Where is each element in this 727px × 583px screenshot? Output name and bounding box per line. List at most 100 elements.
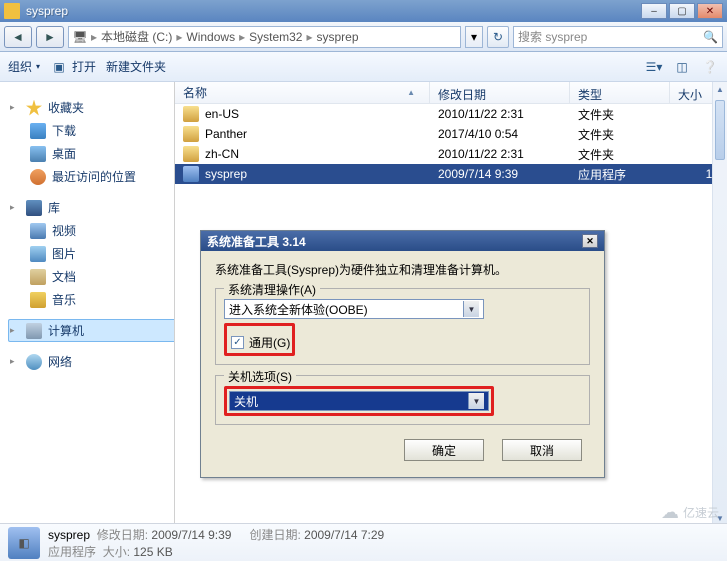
- download-icon: [30, 123, 46, 139]
- generalize-checkbox[interactable]: ✓ 通用(G): [229, 334, 290, 351]
- scrollbar-thumb[interactable]: [715, 100, 725, 160]
- file-row[interactable]: sysprep2009/7/14 9:39应用程序12: [175, 164, 727, 184]
- tree-desktop[interactable]: 桌面: [26, 142, 174, 165]
- status-bar: ◧ sysprep 修改日期: 2009/7/14 9:39 创建日期: 200…: [0, 523, 727, 561]
- back-button[interactable]: ◄: [4, 26, 32, 48]
- view-mode-button[interactable]: ☰▾: [645, 58, 663, 76]
- chevron-right-icon: ▸: [239, 30, 245, 44]
- tree-favorites[interactable]: ▸收藏夹: [8, 96, 174, 119]
- navigation-tree: ▸收藏夹 下载 桌面 最近访问的位置 ▸库 视频 图片 文档 音乐 ▸计算机 ▸…: [0, 82, 175, 526]
- forward-button[interactable]: ►: [36, 26, 64, 48]
- address-bar-row: ◄ ► 🖥 ▸ 本地磁盘 (C:) ▸ Windows ▸ System32 ▸…: [0, 22, 727, 52]
- file-row[interactable]: en-US 2010/11/22 2:31文件夹: [175, 104, 727, 124]
- shutdown-value: 关机: [234, 393, 258, 410]
- desktop-icon: [30, 146, 46, 162]
- folder-icon: [183, 146, 199, 162]
- file-type-icon: ◧: [8, 527, 40, 559]
- cancel-button[interactable]: 取消: [502, 439, 582, 461]
- dialog-description: 系统准备工具(Sysprep)为硬件独立和清理准备计算机。: [215, 261, 590, 278]
- shutdown-combo[interactable]: 关机 ▼: [229, 391, 489, 411]
- chevron-down-icon: ▼: [463, 301, 479, 317]
- minimize-button[interactable]: –: [641, 3, 667, 19]
- file-type: 文件夹: [570, 126, 670, 143]
- cleanup-fieldset: 系统清理操作(A) 进入系统全新体验(OOBE) ▼ ✓ 通用(G): [215, 288, 590, 365]
- file-name: sysprep: [205, 167, 247, 181]
- computer-icon: 🖥: [73, 30, 87, 44]
- search-icon[interactable]: 🔍: [703, 30, 718, 44]
- tree-documents[interactable]: 文档: [26, 265, 174, 288]
- highlight-box: 关机 ▼: [224, 386, 494, 416]
- chevron-right-icon: ▸: [176, 30, 182, 44]
- status-type: 应用程序: [48, 545, 96, 559]
- cleanup-combo[interactable]: 进入系统全新体验(OOBE) ▼: [224, 299, 484, 319]
- network-icon: [26, 354, 42, 370]
- cleanup-legend: 系统清理操作(A): [224, 281, 320, 298]
- crumb-part[interactable]: System32: [249, 30, 302, 44]
- star-icon: [26, 100, 42, 116]
- file-type: 文件夹: [570, 106, 670, 123]
- shutdown-legend: 关机选项(S): [224, 368, 296, 385]
- crumb-part[interactable]: Windows: [186, 30, 235, 44]
- file-date: 2009/7/14 9:39: [430, 167, 570, 181]
- dialog-titlebar[interactable]: 系统准备工具 3.14 ✕: [201, 231, 604, 251]
- close-button[interactable]: ✕: [697, 3, 723, 19]
- file-date: 2010/11/22 2:31: [430, 107, 570, 121]
- column-headers: 名称▲ 修改日期 类型 大小: [175, 82, 727, 104]
- chevron-right-icon: ▸: [91, 30, 97, 44]
- tree-pictures[interactable]: 图片: [26, 242, 174, 265]
- dialog-close-button[interactable]: ✕: [582, 234, 598, 248]
- chevron-down-icon: ▼: [468, 393, 484, 409]
- maximize-button[interactable]: ▢: [669, 3, 695, 19]
- preview-pane-button[interactable]: ◫: [673, 58, 691, 76]
- breadcrumb[interactable]: 🖥 ▸ 本地磁盘 (C:) ▸ Windows ▸ System32 ▸ sys…: [68, 26, 461, 48]
- refresh-button[interactable]: ↻: [487, 26, 509, 48]
- library-icon: [26, 200, 42, 216]
- watermark: ☁ 亿速云: [661, 502, 719, 523]
- new-folder-button[interactable]: 新建文件夹: [106, 58, 166, 75]
- file-date: 2010/11/22 2:31: [430, 147, 570, 161]
- file-name: zh-CN: [205, 147, 239, 161]
- checkbox-icon: ✓: [231, 336, 244, 349]
- open-button[interactable]: ▣打开: [50, 58, 96, 76]
- tree-network[interactable]: ▸网络: [8, 350, 174, 373]
- document-icon: [30, 269, 46, 285]
- cloud-icon: ☁: [661, 502, 679, 523]
- ok-button[interactable]: 确定: [404, 439, 484, 461]
- folder-icon: [183, 106, 199, 122]
- shutdown-fieldset: 关机选项(S) 关机 ▼: [215, 375, 590, 425]
- organize-menu[interactable]: 组织▾: [8, 58, 40, 75]
- tree-videos[interactable]: 视频: [26, 219, 174, 242]
- tree-recent[interactable]: 最近访问的位置: [26, 165, 174, 188]
- col-date[interactable]: 修改日期: [430, 82, 570, 103]
- status-name: sysprep: [48, 528, 90, 542]
- scroll-up-icon[interactable]: ▲: [713, 82, 727, 97]
- window-title: sysprep: [26, 4, 641, 18]
- cleanup-value: 进入系统全新体验(OOBE): [229, 301, 368, 318]
- tree-computer[interactable]: ▸计算机: [8, 319, 174, 342]
- help-button[interactable]: ❔: [701, 58, 719, 76]
- crumb-part[interactable]: 本地磁盘 (C:): [101, 28, 172, 45]
- open-icon: ▣: [50, 58, 68, 76]
- scrollbar[interactable]: ▲ ▼: [712, 82, 727, 526]
- tree-libraries[interactable]: ▸库: [8, 196, 174, 219]
- address-dropdown[interactable]: ▾: [465, 26, 483, 48]
- search-placeholder: 搜索 sysprep: [518, 28, 587, 45]
- folder-icon: [4, 3, 20, 19]
- recent-icon: [30, 169, 46, 185]
- highlight-box: ✓ 通用(G): [224, 323, 295, 356]
- col-type[interactable]: 类型: [570, 82, 670, 103]
- toolbar: 组织▾ ▣打开 新建文件夹 ☰▾ ◫ ❔: [0, 52, 727, 82]
- crumb-part[interactable]: sysprep: [317, 30, 359, 44]
- application-icon: [183, 166, 199, 182]
- file-row[interactable]: Panther2017/4/10 0:54文件夹: [175, 124, 727, 144]
- file-type: 应用程序: [570, 166, 670, 183]
- computer-icon: [26, 323, 42, 339]
- col-name[interactable]: 名称▲: [175, 82, 430, 103]
- file-row[interactable]: zh-CN 2010/11/22 2:31文件夹: [175, 144, 727, 164]
- tree-downloads[interactable]: 下载: [26, 119, 174, 142]
- tree-music[interactable]: 音乐: [26, 288, 174, 311]
- search-input[interactable]: 搜索 sysprep 🔍: [513, 26, 723, 48]
- video-icon: [30, 223, 46, 239]
- file-name: en-US: [205, 107, 239, 121]
- file-type: 文件夹: [570, 146, 670, 163]
